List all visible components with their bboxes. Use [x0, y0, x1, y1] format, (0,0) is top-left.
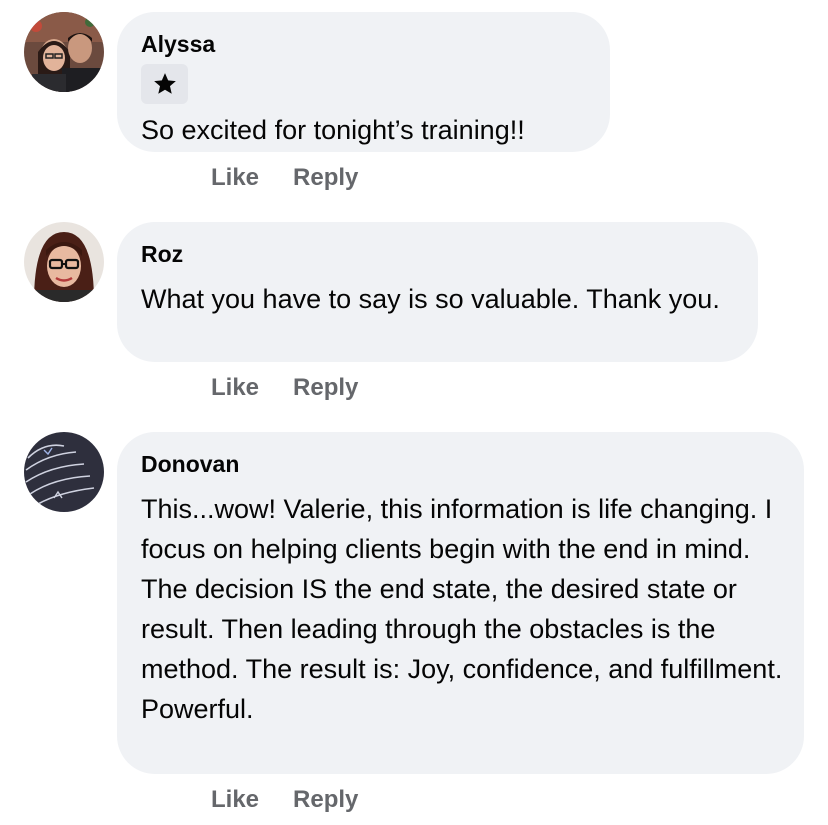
avatar-photo [24, 222, 104, 302]
comment-text: What you have to say is so valuable. Tha… [141, 284, 720, 314]
star-icon [153, 73, 176, 94]
like-button[interactable]: Like [211, 785, 259, 815]
top-fan-badge[interactable] [141, 64, 188, 104]
comment-author[interactable]: Donovan [141, 449, 780, 479]
comment-text: So excited for tonight’s training!! [141, 115, 525, 145]
avatar-photo [24, 12, 104, 92]
comment-text: This...wow! Valerie, this information is… [141, 494, 783, 724]
reply-button[interactable]: Reply [293, 163, 358, 193]
avatar[interactable] [24, 222, 104, 302]
comment-actions: Like Reply [211, 785, 358, 815]
like-button[interactable]: Like [211, 163, 259, 193]
comment-author[interactable]: Roz [141, 239, 734, 269]
reply-button[interactable]: Reply [293, 373, 358, 403]
comment-bubble: Alyssa So excited for tonight’s training… [117, 12, 610, 152]
avatar-photo [24, 432, 104, 512]
comment-actions: Like Reply [211, 163, 358, 193]
like-button[interactable]: Like [211, 373, 259, 403]
avatar[interactable] [24, 12, 104, 92]
avatar[interactable] [24, 432, 104, 512]
comment-actions: Like Reply [211, 373, 358, 403]
comment-bubble: Roz What you have to say is so valuable.… [117, 222, 758, 362]
comment-bubble: Donovan This...wow! Valerie, this inform… [117, 432, 804, 774]
comment-author[interactable]: Alyssa [141, 29, 586, 59]
reply-button[interactable]: Reply [293, 785, 358, 815]
